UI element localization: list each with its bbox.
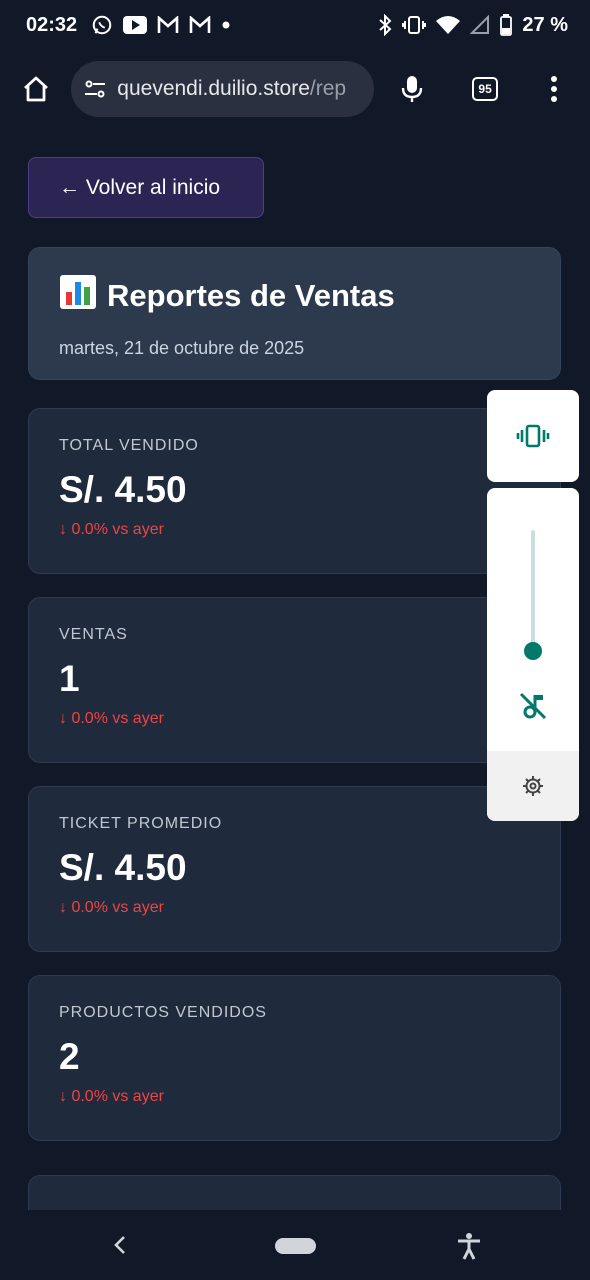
site-settings-icon[interactable]: [83, 77, 107, 101]
gmail-icon: [157, 16, 179, 34]
url-domain: quevendi.duilio.store: [117, 77, 310, 100]
stat-label: VENTAS: [59, 626, 128, 643]
microphone-icon: [401, 76, 423, 102]
status-bar: 02:32 27 %: [0, 0, 590, 50]
chart-emoji-icon: [59, 274, 97, 318]
bluetooth-icon: [378, 14, 392, 36]
battery-percent: 27 %: [522, 13, 568, 36]
url-text: quevendi.duilio.store/rep: [117, 77, 346, 101]
vibrate-icon: [402, 15, 427, 35]
stat-value: 1: [59, 658, 80, 699]
browser-toolbar: quevendi.duilio.store/rep 95: [0, 50, 590, 128]
url-path: /rep: [309, 77, 347, 100]
tabs-button[interactable]: 95: [465, 69, 504, 109]
stat-label: PRODUCTOS VENDIDOS: [59, 1004, 267, 1021]
gear-icon: [523, 776, 543, 796]
volume-slider-track[interactable]: [531, 530, 535, 652]
whatsapp-icon: [91, 14, 113, 36]
stat-card-products-sold: PRODUCTOS VENDIDOS 2 ↓ 0.0% vs ayer: [28, 975, 561, 1141]
status-time: 02:32: [26, 13, 78, 36]
page-title: Reportes de Ventas: [59, 274, 530, 318]
stat-delta: ↓ 0.0% vs ayer: [59, 521, 164, 538]
stat-card-total-sold: TOTAL VENDIDO S/. 4.50 ↓ 0.0% vs ayer: [28, 408, 561, 574]
gmail-icon: [189, 16, 211, 34]
browser-menu-button[interactable]: [535, 69, 574, 109]
volume-settings-button[interactable]: [487, 751, 579, 821]
accessibility-icon[interactable]: [455, 1232, 483, 1260]
stat-label: TOTAL VENDIDO: [59, 437, 199, 454]
next-section-card: [28, 1175, 561, 1210]
more-vert-icon: [551, 76, 558, 102]
wifi-icon: [436, 15, 461, 35]
page-title-text: Reportes de Ventas: [107, 278, 395, 313]
stat-value: S/. 4.50: [59, 847, 187, 888]
stat-card-sales: VENTAS 1 ↓ 0.0% vs ayer: [28, 597, 561, 763]
report-date: martes, 21 de octubre de 2025: [59, 338, 305, 358]
youtube-icon: [123, 16, 148, 34]
stat-delta: ↓ 0.0% vs ayer: [59, 1088, 164, 1105]
report-header-card: Reportes de Ventas martes, 21 de octubre…: [28, 247, 561, 380]
home-button[interactable]: [16, 69, 55, 109]
tabs-count: 95: [472, 77, 499, 101]
media-muted-icon[interactable]: [517, 690, 549, 722]
battery-icon: [500, 14, 513, 36]
volume-slider-thumb[interactable]: [524, 642, 542, 660]
nav-back-icon[interactable]: [108, 1232, 134, 1258]
url-bar[interactable]: quevendi.duilio.store/rep: [71, 61, 375, 117]
back-to-home-button[interactable]: ← Volver al inicio: [28, 157, 264, 218]
stat-delta: ↓ 0.0% vs ayer: [59, 710, 164, 727]
volume-panel: [487, 488, 579, 821]
voice-search-button[interactable]: [392, 69, 431, 109]
dot-icon: [221, 20, 231, 30]
stat-label: TICKET PROMEDIO: [59, 815, 223, 832]
signal-icon: [470, 15, 490, 35]
stat-value: S/. 4.50: [59, 469, 187, 510]
vibrate-icon: [516, 424, 550, 448]
ringer-mode-button[interactable]: [487, 390, 579, 482]
home-icon: [23, 76, 48, 102]
stat-delta: ↓ 0.0% vs ayer: [59, 899, 164, 916]
stat-card-average-ticket: TICKET PROMEDIO S/. 4.50 ↓ 0.0% vs ayer: [28, 786, 561, 952]
stat-value: 2: [59, 1036, 80, 1077]
nav-home-pill[interactable]: [275, 1238, 316, 1254]
system-nav-bar: [0, 1210, 590, 1280]
